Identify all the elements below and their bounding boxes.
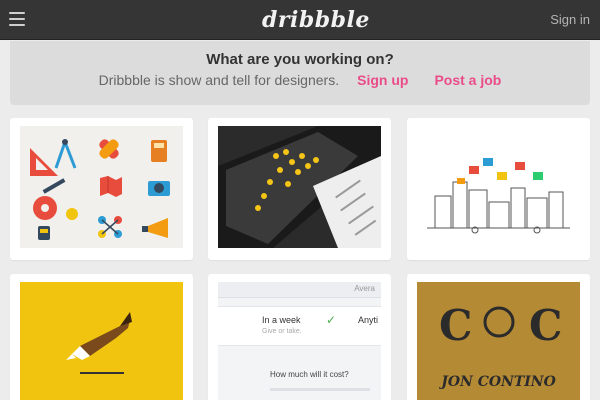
city-illustration (417, 126, 580, 248)
icon-set-illustration (20, 126, 183, 248)
promo-tagline: Dribbble is show and tell for designers. (98, 72, 340, 88)
form-option-any: Anyti (358, 315, 379, 325)
sign-up-link[interactable]: Sign up (357, 72, 408, 88)
shot-card[interactable] (407, 118, 590, 260)
shot-thumbnail[interactable] (20, 126, 183, 248)
form-cost-question: How much will it cost? (270, 370, 349, 379)
svg-text:C: C (529, 301, 562, 350)
svg-text:C: C (439, 301, 472, 350)
hamburger-menu-icon[interactable] (9, 12, 25, 26)
shot-card[interactable]: Avera In a week Give or take. ✓ Anyti Ho… (208, 274, 391, 400)
form-average-label: Avera (354, 284, 375, 293)
promo-banner: What are you working on? Dribbble is sho… (10, 41, 590, 105)
promo-tagline-row: Dribbble is show and tell for designers.… (10, 72, 590, 88)
sign-in-link[interactable]: Sign in (550, 12, 590, 27)
hamburger-line (9, 18, 25, 20)
form-cost-slider (270, 388, 370, 391)
gazelle-logo-illustration (20, 282, 183, 400)
shot-card[interactable] (208, 118, 391, 260)
shot-card[interactable] (10, 118, 193, 260)
shot-card[interactable]: C C JON CONTINO (407, 274, 590, 400)
hamburger-line (9, 24, 25, 26)
top-navigation-bar: dribbble Sign in (0, 0, 600, 40)
shot-thumbnail[interactable] (218, 126, 381, 248)
lettering-text: JON CONTINO (441, 374, 556, 390)
tablet-map-illustration (218, 126, 381, 248)
form-top-bar: Avera (218, 282, 381, 298)
shot-thumbnail[interactable]: Avera In a week Give or take. ✓ Anyti Ho… (218, 282, 381, 400)
form-option-row: In a week Give or take. ✓ Anyti (218, 306, 381, 346)
form-option-week-sub: Give or take. (262, 328, 302, 335)
post-job-link[interactable]: Post a job (434, 72, 501, 88)
shot-thumbnail[interactable] (417, 126, 580, 248)
check-icon: ✓ (326, 313, 337, 327)
shot-card[interactable] (10, 274, 193, 400)
shot-thumbnail[interactable] (20, 282, 183, 400)
promo-title: What are you working on? (206, 51, 394, 68)
hamburger-line (9, 12, 25, 14)
form-option-week: In a week (262, 315, 301, 325)
shot-thumbnail[interactable]: C C JON CONTINO (417, 282, 580, 400)
dribbble-logo[interactable]: dribbble (262, 6, 369, 34)
